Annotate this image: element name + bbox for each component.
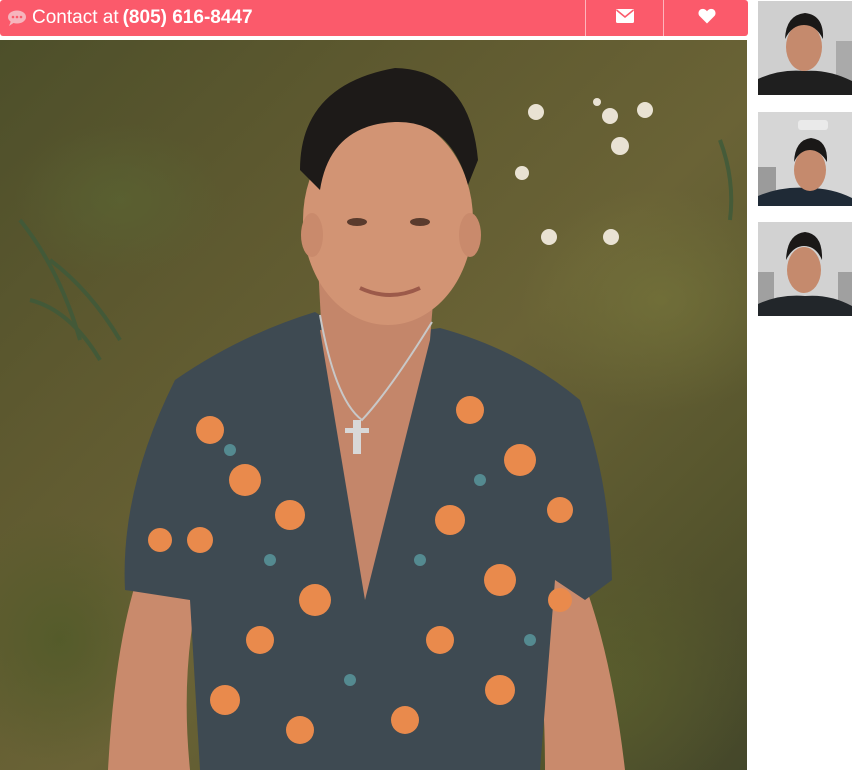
favorite-button[interactable]	[663, 0, 749, 36]
gallery-thumbnail[interactable]	[758, 1, 852, 95]
chat-bubble-icon	[6, 8, 28, 28]
envelope-icon	[615, 8, 634, 28]
gallery-thumbnail[interactable]	[758, 112, 852, 206]
contact-bar: Contact at (805) 616-8447	[0, 0, 748, 36]
contact-label: Contact at	[32, 7, 119, 28]
main-profile-photo[interactable]	[0, 40, 747, 770]
heart-icon	[697, 8, 716, 29]
phone-number[interactable]: (805) 616-8447	[123, 0, 253, 36]
contact-info[interactable]: Contact at (805) 616-8447	[6, 0, 253, 36]
email-button[interactable]	[585, 0, 663, 36]
gallery-thumbnail[interactable]	[758, 222, 852, 316]
